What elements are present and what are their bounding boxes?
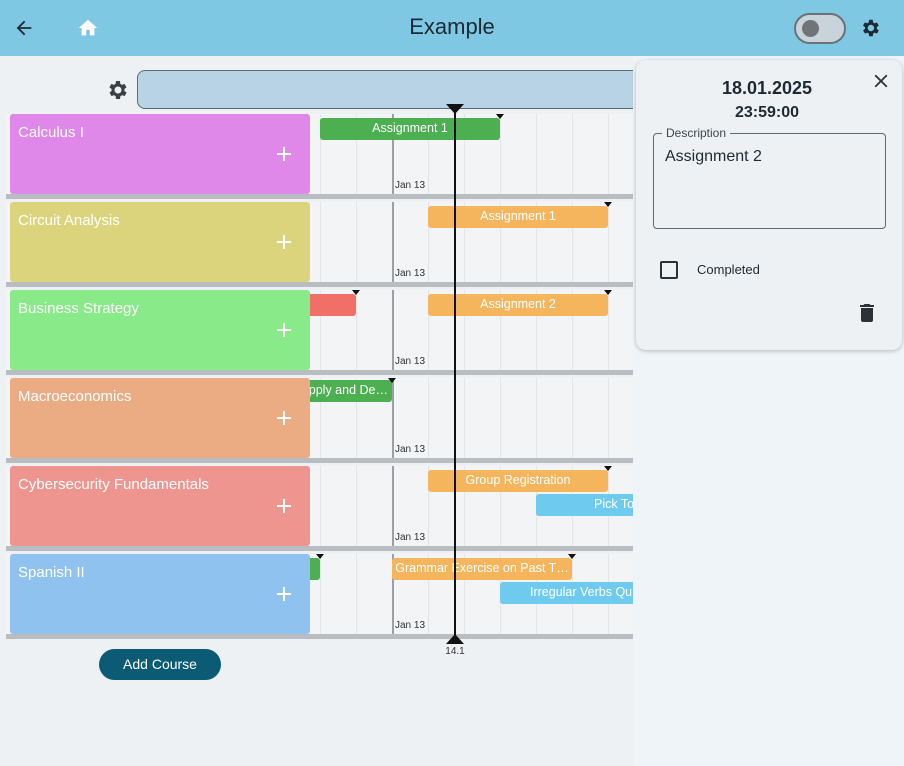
course-card-spanish[interactable]: Spanish II bbox=[10, 554, 310, 634]
row-divider bbox=[6, 458, 633, 463]
description-field[interactable]: Description Assignment 2 bbox=[653, 126, 886, 229]
task-bar[interactable]: Assignment 1 bbox=[320, 118, 500, 140]
plus-icon bbox=[277, 147, 291, 161]
task-bar[interactable]: Pick To… bbox=[536, 494, 633, 516]
date-label: Jan 13 bbox=[395, 620, 426, 631]
course-row: Jan 13 Calculus I Assignment 1 bbox=[6, 114, 633, 194]
gear-icon bbox=[863, 19, 879, 37]
back-button[interactable] bbox=[10, 14, 38, 42]
row-divider bbox=[6, 282, 633, 287]
description-value: Assignment 2 bbox=[665, 148, 762, 165]
gear-icon bbox=[109, 81, 127, 99]
course-row: Jan 13 Spanish II Grammar Exercise on Pa… bbox=[6, 554, 633, 634]
completed-checkbox[interactable] bbox=[660, 261, 678, 279]
deadline-marker bbox=[316, 554, 324, 559]
course-row: Jan 13 Business Strategy Assignment 2 bbox=[6, 290, 633, 370]
course-row: Jan 13 Cybersecurity Fundamentals Group … bbox=[6, 466, 633, 546]
toggle-knob bbox=[802, 20, 819, 37]
deadline-marker bbox=[568, 554, 576, 559]
arrow-back-icon bbox=[16, 20, 32, 36]
date-label: Jan 13 bbox=[395, 532, 426, 543]
deadline-marker bbox=[604, 466, 612, 471]
course-name: Spanish II bbox=[18, 564, 85, 581]
deadline-marker bbox=[496, 114, 504, 119]
page-title: Example bbox=[409, 14, 495, 39]
course-name: Calculus I bbox=[18, 124, 84, 141]
course-name: Macroeconomics bbox=[18, 388, 132, 405]
deadline-marker bbox=[604, 290, 612, 295]
date-label: Jan 13 bbox=[395, 444, 426, 455]
plus-icon bbox=[277, 235, 291, 249]
plus-icon bbox=[277, 587, 291, 601]
row-divider bbox=[6, 194, 633, 199]
plus-icon bbox=[277, 499, 291, 513]
deadline-marker bbox=[352, 290, 360, 295]
course-card-calculus[interactable]: Calculus I bbox=[10, 114, 310, 194]
row-divider bbox=[6, 634, 633, 639]
course-card-circuit-analysis[interactable]: Circuit Analysis bbox=[10, 202, 310, 282]
deadline-marker bbox=[388, 378, 396, 383]
home-button[interactable] bbox=[74, 14, 102, 42]
description-label: Description bbox=[662, 126, 731, 140]
settings-button[interactable] bbox=[856, 14, 884, 42]
current-time-line bbox=[454, 108, 456, 638]
add-task-button[interactable] bbox=[272, 142, 296, 166]
task-due-date: 18.01.2025 bbox=[721, 78, 813, 98]
timeline-scrollbar[interactable] bbox=[137, 70, 657, 109]
completed-label: Completed bbox=[697, 262, 760, 277]
home-icon bbox=[78, 19, 98, 36]
date-label: Jan 13 bbox=[395, 180, 426, 191]
app-bar: Example bbox=[0, 0, 904, 56]
delete-button[interactable] bbox=[855, 301, 879, 325]
task-bar[interactable]: Irregular Verbs Qu… bbox=[500, 582, 633, 604]
task-due-time: 23:59:00 bbox=[734, 104, 800, 121]
add-course-button[interactable]: Add Course bbox=[99, 649, 221, 680]
deadline-marker bbox=[604, 202, 612, 207]
view-toggle[interactable] bbox=[794, 13, 846, 44]
course-row: Jan 13 Supply and De… Macroeconomics bbox=[6, 378, 633, 458]
plus-icon bbox=[277, 323, 291, 337]
row-divider bbox=[6, 370, 633, 375]
task-detail-card: 18.01.2025 23:59:00 Description Assignme… bbox=[636, 60, 902, 350]
current-time-label: 14.1 bbox=[445, 646, 465, 657]
date-label: Jan 13 bbox=[395, 356, 426, 367]
course-card-business-strategy[interactable]: Business Strategy bbox=[10, 290, 310, 370]
add-task-button[interactable] bbox=[272, 582, 296, 606]
plus-icon bbox=[277, 411, 291, 425]
task-bar[interactable]: Grammar Exercise on Past T… bbox=[392, 558, 572, 580]
course-card-macroeconomics[interactable]: Macroeconomics bbox=[10, 378, 310, 458]
add-task-button[interactable] bbox=[272, 406, 296, 430]
course-name: Cybersecurity Fundamentals bbox=[18, 476, 209, 493]
close-icon bbox=[874, 74, 888, 88]
course-name: Business Strategy bbox=[18, 300, 139, 317]
course-name: Circuit Analysis bbox=[18, 212, 120, 229]
add-task-button[interactable] bbox=[272, 318, 296, 342]
add-task-button[interactable] bbox=[272, 494, 296, 518]
timeline-settings-button[interactable] bbox=[105, 78, 129, 102]
date-label: Jan 13 bbox=[395, 268, 426, 279]
close-button[interactable] bbox=[870, 70, 892, 92]
course-row: Jan 13 Circuit Analysis Assignment 1 bbox=[6, 202, 633, 282]
current-time-marker-bottom bbox=[446, 634, 464, 644]
row-divider bbox=[6, 546, 633, 551]
trash-icon bbox=[860, 304, 874, 322]
current-time-marker-top bbox=[446, 104, 464, 114]
course-card-cybersecurity[interactable]: Cybersecurity Fundamentals bbox=[10, 466, 310, 546]
add-task-button[interactable] bbox=[272, 230, 296, 254]
